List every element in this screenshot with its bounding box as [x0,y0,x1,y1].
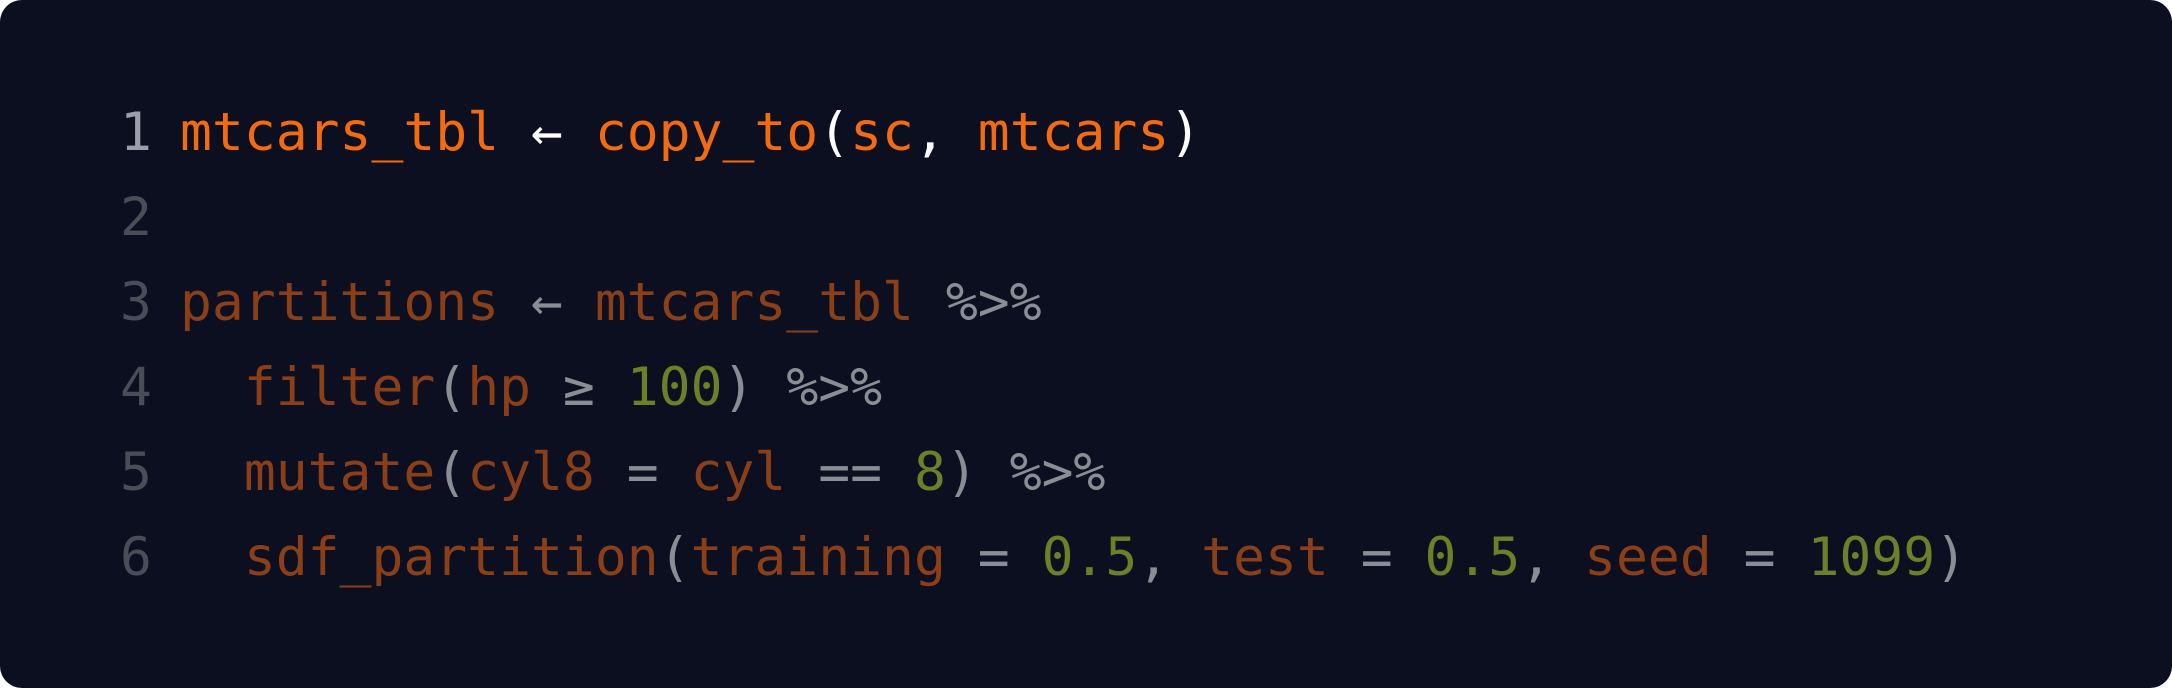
code-token-ident: training [690,527,946,588]
code-token-op: ← [499,272,595,333]
code-token-ident: partitions [180,272,500,333]
code-line: 2 [120,175,1967,260]
code-token-ident: mtcars_tbl [180,102,500,163]
code-token-op: %>% [913,272,1042,333]
code-token-op: = [1711,527,1808,588]
code-token-op: , [1520,527,1585,588]
code-token-ident: mtcars [977,102,1170,163]
code-token-num: 0.5 [1424,527,1521,588]
code-token-op [180,357,244,418]
code-token-punct: ) [1169,102,1202,163]
code-token-ident: hp [467,357,532,418]
code-token-op: == [786,442,914,503]
code-token-ident: sc [850,102,914,163]
code-token-op: = [594,442,691,503]
code-token-op: ) [1935,527,1968,588]
code-token-ident: seed [1584,527,1712,588]
code-token-op [180,442,244,503]
code-token-op: = [1328,527,1425,588]
code-token-num: 100 [626,357,723,418]
code-token-ident: test [1201,527,1329,588]
code-token-num: 1099 [1807,527,1936,588]
line-number: 2 [120,187,152,248]
line-number: 3 [120,272,152,333]
code-token-punct: , [913,102,978,163]
code-token-op: = [945,527,1042,588]
code-token-op: ( [435,442,468,503]
code-token-ident: copy_to [594,102,819,163]
code-token-ident: mtcars_tbl [594,272,914,333]
code-token-ident: cyl [690,442,787,503]
code-line: 1 mtcars_tbl ← copy_to(sc, mtcars) [120,90,1967,175]
code-token-num: 8 [913,442,946,503]
code-line: 4 filter(hp ≥ 100) %>% [120,345,1967,430]
code-token-ident: sdf_partition [243,527,659,588]
code-block: 1 mtcars_tbl ← copy_to(sc, mtcars) 2 3 parti… [120,90,1967,600]
code-token-op: ) %>% [722,357,883,418]
code-token-op: ( [658,527,691,588]
code-token-op: ( [435,357,468,418]
code-line: 3 partitions ← mtcars_tbl %>% [120,260,1967,345]
code-token-punct: ( [818,102,851,163]
code-window: 1 mtcars_tbl ← copy_to(sc, mtcars) 2 3 parti… [0,0,2172,688]
code-token-ident: mutate [243,442,436,503]
code-token-ident: filter [243,357,436,418]
line-number: 6 [120,527,152,588]
code-line: 6 sdf_partition(training = 0.5, test = 0… [120,515,1967,600]
code-token-op: ≥ [531,357,627,418]
line-number: 5 [120,442,152,503]
code-token-ident: cyl8 [467,442,595,503]
code-line: 5 mutate(cyl8 = cyl == 8) %>% [120,430,1967,515]
line-number: 1 [120,102,152,163]
code-token-num: 0.5 [1041,527,1138,588]
line-number: 4 [120,357,152,418]
code-token-op: ) %>% [945,442,1106,503]
code-token-op: , [1137,527,1202,588]
code-token-op [180,527,244,588]
code-token-punct: ← [499,102,595,163]
